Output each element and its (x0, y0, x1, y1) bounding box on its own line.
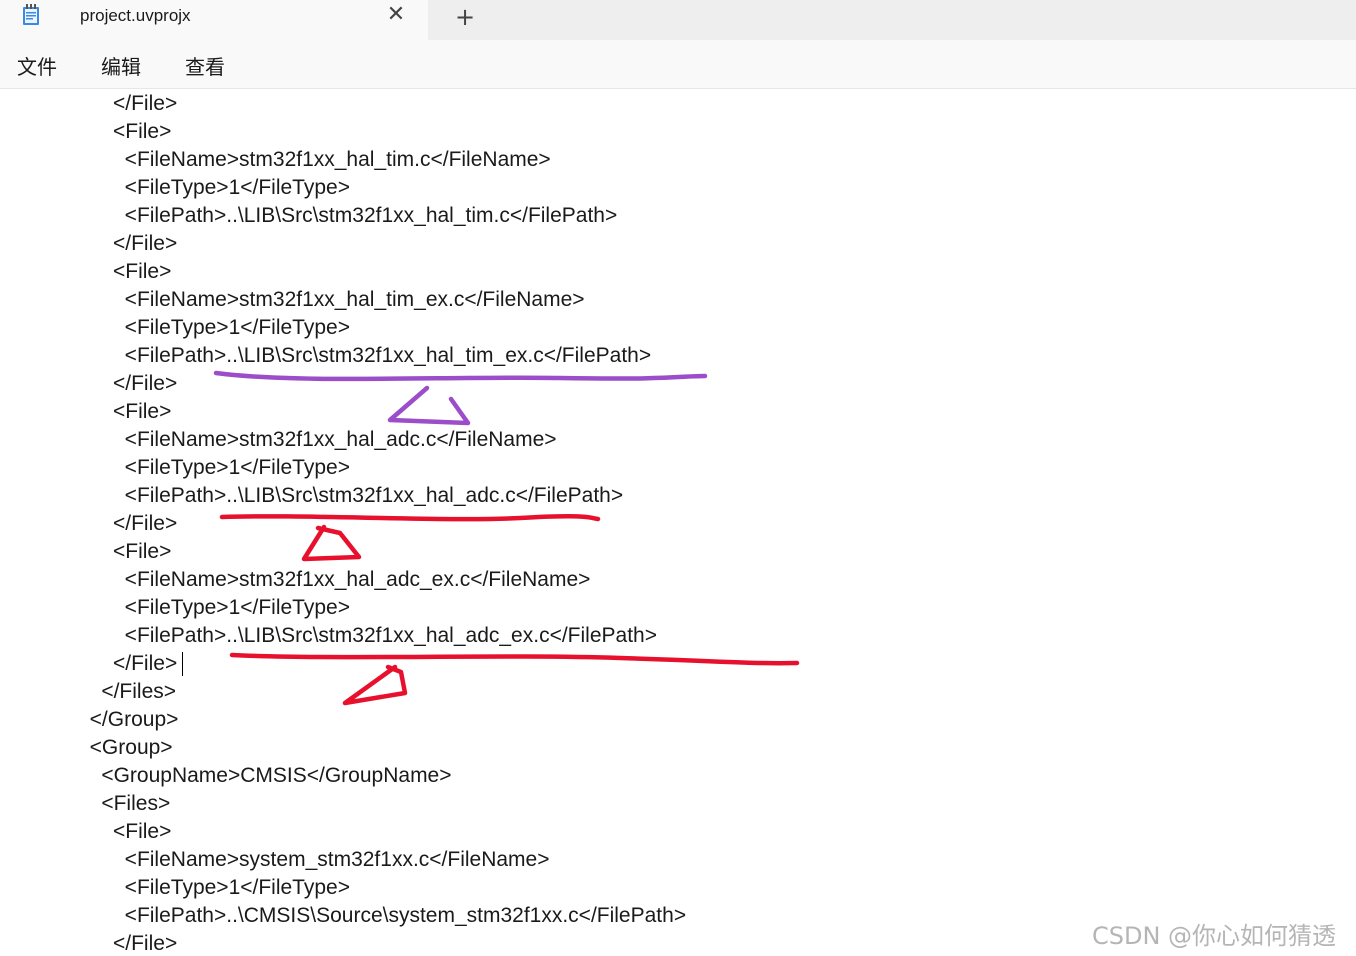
code-line: </File> (78, 512, 178, 535)
new-tab-button[interactable]: + (450, 2, 480, 32)
menu-bar: 文件 编辑 查看 (0, 40, 1356, 89)
tab-title: project.uvprojx (80, 6, 191, 25)
code-line: </File> (78, 92, 178, 115)
code-line: <FilePath>..\LIB\Src\stm32f1xx_hal_adc_e… (78, 624, 657, 647)
code-line: <Group> (78, 736, 173, 759)
csdn-watermark: CSDN @你心如何猜透 (1092, 922, 1337, 950)
code-line: <File> (78, 820, 172, 843)
tab-project-uvprojx[interactable]: project.uvprojx ✕ (0, 0, 428, 40)
code-line: <FilePath>..\LIB\Src\stm32f1xx_hal_tim_e… (78, 344, 652, 367)
code-line: <FileType>1</FileType> (78, 596, 350, 619)
menu-view[interactable]: 查看 (185, 51, 225, 80)
code-line: </File> (78, 932, 178, 955)
code-line: </File> (78, 652, 178, 675)
close-icon[interactable]: ✕ (383, 2, 409, 28)
code-line: <FilePath>..\LIB\Src\stm32f1xx_hal_adc.c… (78, 484, 624, 507)
code-line: <FileName>stm32f1xx_hal_adc.c</FileName> (78, 428, 557, 451)
code-line: <Files> (78, 792, 171, 815)
code-line: <FileName>stm32f1xx_hal_adc_ex.c</FileNa… (78, 568, 591, 591)
code-line: <FileName>system_stm32f1xx.c</FileName> (78, 848, 550, 871)
menu-file[interactable]: 文件 (17, 51, 57, 80)
code-line: <FileType>1</FileType> (78, 876, 350, 899)
code-line: <FileType>1</FileType> (78, 316, 350, 339)
code-line: <FilePath>..\LIB\Src\stm32f1xx_hal_tim.c… (78, 204, 618, 227)
code-line: <FilePath>..\CMSIS\Source\system_stm32f1… (78, 904, 687, 927)
code-line: </Group> (78, 708, 179, 731)
code-line: </File> (78, 372, 178, 395)
text-editor[interactable]: </File> <File> <FileName>stm32f1xx_hal_t… (0, 89, 1356, 956)
text-caret (182, 652, 183, 676)
code-line: </Files> (78, 680, 177, 703)
title-bar: project.uvprojx ✕ + (0, 0, 1356, 40)
code-line: <File> (78, 540, 172, 563)
code-line: <GroupName>CMSIS</GroupName> (78, 764, 452, 787)
code-line: <File> (78, 400, 172, 423)
code-line: <FileType>1</FileType> (78, 176, 350, 199)
code-line: <FileName>stm32f1xx_hal_tim_ex.c</FileNa… (78, 288, 585, 311)
code-line: <File> (78, 260, 172, 283)
code-line: <FileName>stm32f1xx_hal_tim.c</FileName> (78, 148, 551, 171)
notepad-icon (23, 4, 39, 25)
code-line: <FileType>1</FileType> (78, 456, 350, 479)
code-line: </File> (78, 232, 178, 255)
code-line: <File> (78, 120, 172, 143)
menu-edit[interactable]: 编辑 (101, 51, 141, 80)
